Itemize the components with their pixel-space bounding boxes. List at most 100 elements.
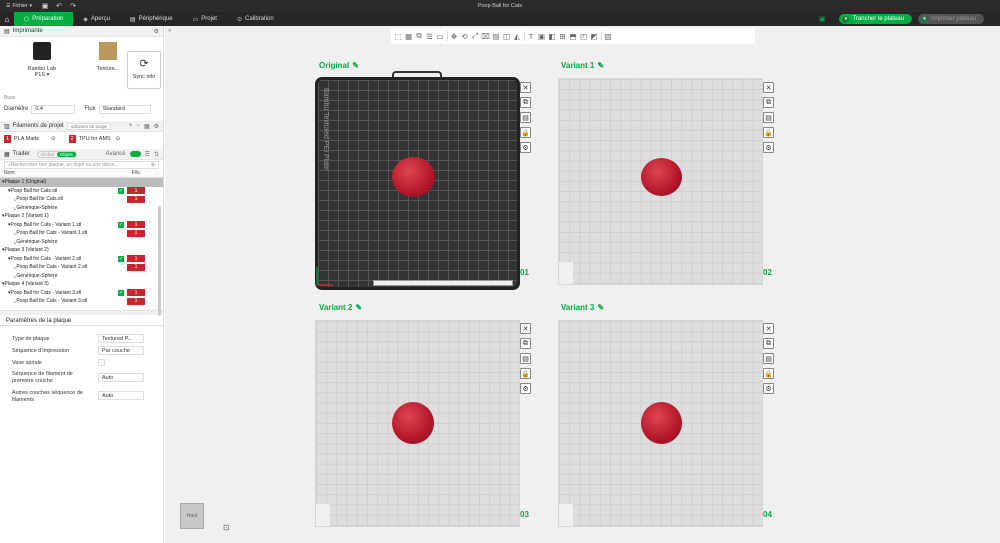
- save-icon[interactable]: ▣: [38, 2, 52, 10]
- tab-projet[interactable]: ▭ Projet: [183, 12, 227, 26]
- cut-icon[interactable]: ⌧: [481, 32, 490, 41]
- tree-object-row[interactable]: ▾ Poop Ball for Cats - Variant 2.stl ✓ 1: [0, 255, 163, 264]
- redo-icon[interactable]: ↷: [66, 2, 80, 10]
- printer-settings-icon[interactable]: ⚙: [154, 28, 159, 35]
- split-icon[interactable]: ▭: [436, 32, 444, 41]
- visibility-check-icon[interactable]: ✓: [118, 289, 124, 296]
- lock-icon[interactable]: 🔒: [520, 368, 531, 379]
- plate-settings-icon[interactable]: ⚙: [763, 383, 774, 394]
- delete-plate-icon[interactable]: ✕: [763, 323, 774, 334]
- search-input[interactable]: ⌕ Recherchez une plaque, un objet ou une…: [4, 161, 159, 169]
- tab-peripherique[interactable]: ▤ Périphérique: [120, 12, 183, 26]
- tree-plate-row[interactable]: ▾ Plaque 1 (Original): [0, 178, 163, 187]
- filament-badge[interactable]: 1: [127, 195, 145, 203]
- purge-volumes-button[interactable]: Volumes de purge: [66, 122, 111, 130]
- visibility-check-icon[interactable]: ✓: [118, 187, 124, 194]
- zoom-fit-icon[interactable]: ⊡: [223, 523, 230, 532]
- tree-plate-row[interactable]: ▾ Plaque 3 (Variant 2): [0, 246, 163, 255]
- support-icon[interactable]: ▤: [492, 32, 500, 41]
- arrange-icon[interactable]: ⊞: [559, 32, 567, 41]
- plate-add-icon[interactable]: ⧉: [415, 31, 423, 41]
- first-layer-seq-select[interactable]: Auto: [98, 373, 144, 382]
- tree-object-row[interactable]: ▾ Poop Ball for Cats.stl ✓ 1: [0, 187, 163, 196]
- plate-params-tab[interactable]: Paramètres de la plaque: [0, 315, 163, 326]
- plate-3-model[interactable]: [392, 402, 434, 444]
- assembly-icon[interactable]: ▣: [538, 32, 546, 41]
- scale-icon[interactable]: ⤢: [471, 31, 479, 41]
- plate-1-bed[interactable]: Bambu Textured PEI Plate: [315, 77, 520, 290]
- orient-icon[interactable]: ⬒: [569, 32, 577, 41]
- orient-icon[interactable]: ▤: [520, 353, 531, 364]
- clear-icon[interactable]: ⊗: [151, 162, 155, 168]
- tab-calibration[interactable]: ⊙ Calibration: [227, 12, 284, 26]
- edit-icon[interactable]: ✎: [597, 61, 604, 70]
- arrange-icon[interactable]: ⧉: [520, 97, 531, 108]
- tree-object-row[interactable]: ⌞ Poop Ball for Cats - Variant 3.stl 1: [0, 297, 163, 306]
- plate-4-bed[interactable]: [558, 320, 763, 527]
- filament-badge[interactable]: 1: [127, 229, 145, 237]
- filament-settings-icon[interactable]: ⚙: [154, 123, 159, 130]
- other-layers-seq-select[interactable]: Auto: [98, 391, 144, 400]
- print-sequence-select[interactable]: Par couche: [98, 346, 144, 355]
- plate-2-title[interactable]: Variant 1 ✎: [561, 61, 604, 70]
- rotate-icon[interactable]: ⟲: [461, 32, 469, 41]
- plate-settings-icon[interactable]: ⚙: [520, 383, 531, 394]
- edit-icon[interactable]: ✎: [352, 61, 359, 70]
- filament-badge[interactable]: 1: [127, 263, 145, 271]
- filament-manage-icon[interactable]: ▦: [144, 123, 150, 130]
- filament-1-name[interactable]: PLA Matte: [14, 136, 48, 142]
- paint-icon[interactable]: ◭: [513, 32, 521, 41]
- delete-plate-icon[interactable]: ✕: [763, 82, 774, 93]
- flow-select[interactable]: Standard: [98, 104, 151, 114]
- filament-badge[interactable]: 1: [127, 289, 145, 297]
- tree-scrollbar[interactable]: [158, 206, 161, 316]
- tree-object-row[interactable]: ⌞ Poop Ball for Cats - Variant 2.stl 1: [0, 263, 163, 272]
- filament-2-name[interactable]: TPU for AMS: [79, 136, 113, 142]
- print-dropdown-icon[interactable]: ▾: [920, 15, 928, 23]
- diameter-select[interactable]: 0.4: [31, 104, 76, 114]
- edit-icon[interactable]: ✎: [597, 303, 604, 312]
- plate-2-bed[interactable]: [558, 78, 763, 285]
- arrange-icon[interactable]: ⧉: [763, 338, 774, 349]
- plate-settings-icon[interactable]: ⚙: [520, 142, 531, 153]
- toggle-global[interactable]: Global: [38, 152, 57, 157]
- home-icon[interactable]: ⌂: [0, 12, 14, 26]
- tree-object-row[interactable]: ⌞ Générique-Sphère: [0, 238, 163, 247]
- global-objects-toggle[interactable]: Global Objets: [36, 150, 77, 158]
- move-icon[interactable]: ✥: [450, 32, 458, 41]
- list-view-icon[interactable]: ☰: [145, 151, 150, 158]
- tree-object-row[interactable]: ⌞ Générique-Sphère: [0, 204, 163, 213]
- delete-plate-icon[interactable]: ✕: [520, 82, 531, 93]
- spiral-vase-checkbox[interactable]: [98, 359, 105, 366]
- advanced-toggle[interactable]: [129, 151, 141, 157]
- orient-icon[interactable]: ▤: [763, 112, 774, 123]
- tree-object-row[interactable]: ▾ Poop Ball for Cats - Variant 3.stl ✓ 1: [0, 289, 163, 298]
- lock-icon[interactable]: 🔒: [520, 127, 531, 138]
- add-icon[interactable]: +: [129, 123, 133, 130]
- edit-icon[interactable]: ✎: [355, 303, 362, 312]
- filament-badge[interactable]: 1: [127, 221, 145, 229]
- tree-object-row[interactable]: ▾ Poop Ball for Cats - Variant 1.stl ✓ 1: [0, 221, 163, 230]
- filament-badge[interactable]: 1: [127, 255, 145, 263]
- tab-apercu[interactable]: ◈ Aperçu: [73, 12, 120, 26]
- toggle-objects[interactable]: Objets: [56, 151, 76, 157]
- measure-icon[interactable]: ◧: [548, 32, 556, 41]
- plate-1-model[interactable]: [392, 157, 435, 197]
- lock-icon[interactable]: 🔒: [763, 368, 774, 379]
- visibility-check-icon[interactable]: ✓: [118, 255, 124, 262]
- print-plate-button[interactable]: ▾ Imprimer plateau: [917, 14, 984, 24]
- plate-type-select[interactable]: Textured P...: [98, 334, 144, 343]
- collapse-sidebar-icon[interactable]: «: [168, 28, 171, 34]
- tree-object-row[interactable]: ⌞ Poop Ball for Cats - Variant 1.stl 1: [0, 229, 163, 238]
- filament-1-settings-icon[interactable]: ⊙: [51, 136, 56, 142]
- view-cube[interactable]: Haut: [180, 503, 204, 529]
- layers-icon[interactable]: ☰: [426, 32, 434, 41]
- viewport-3d[interactable]: « ⬚ ▦ ⧉ ☰ ▭ ✥ ⟲ ⤢ ⌧ ▤ ◫ ◭ T ▣ ◧ ⊞ ⬒ ◰ ◩ ▧ Original ✎ Bambu …: [165, 26, 1000, 543]
- seam-icon[interactable]: ◫: [503, 32, 511, 41]
- plate-type-selector[interactable]: Texture...: [88, 42, 128, 72]
- filament-badge[interactable]: 1: [127, 187, 145, 195]
- lock-icon[interactable]: 🔒: [763, 127, 774, 138]
- variable-layer-icon[interactable]: ▧: [604, 32, 612, 41]
- text-icon[interactable]: T: [527, 32, 535, 41]
- remove-icon[interactable]: −: [136, 123, 140, 130]
